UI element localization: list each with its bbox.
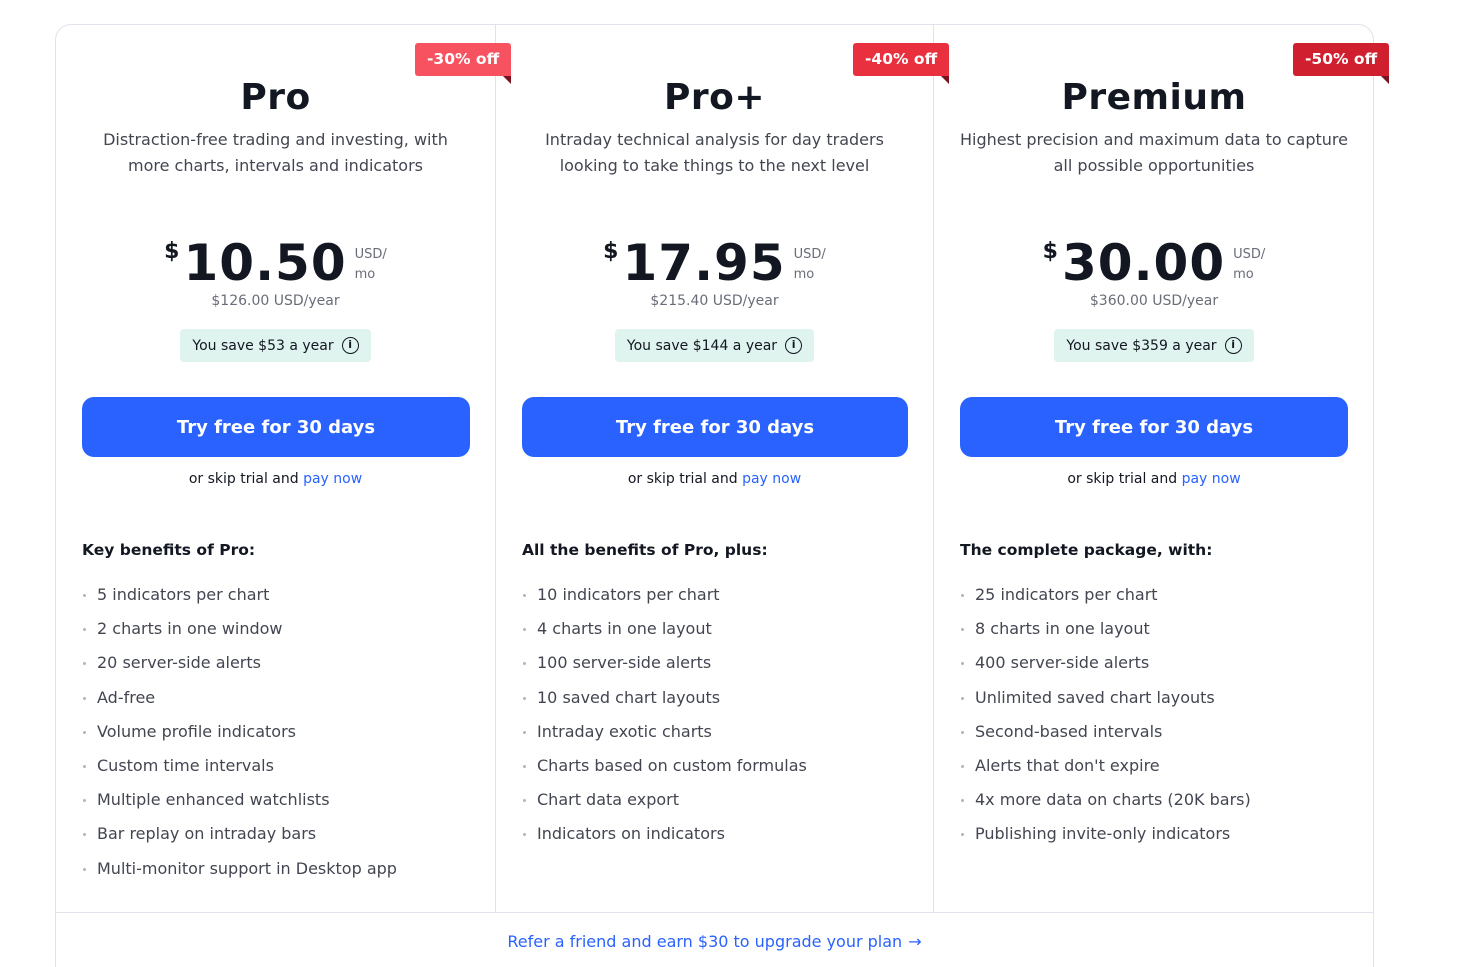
savings-text: You save $144 a year bbox=[626, 337, 778, 354]
price-unit-period: mo bbox=[793, 267, 815, 282]
benefit-item: Multi-monitor support in Desktop app bbox=[82, 852, 475, 886]
savings-text: You save $53 a year bbox=[192, 337, 334, 354]
price: $ 17.95 USD/ mo bbox=[496, 233, 933, 297]
benefit-item: Custom time intervals bbox=[82, 749, 475, 783]
try-free-button[interactable]: Try free for 30 days bbox=[82, 397, 470, 457]
yearly-price: $215.40 USD/year bbox=[650, 293, 779, 309]
currency-symbol: $ bbox=[164, 239, 180, 264]
skip-trial-text: or skip trial and pay now bbox=[934, 471, 1374, 487]
price-unit-currency: USD/ bbox=[793, 247, 826, 262]
plan-description: Highest precision and maximum data to ca… bbox=[960, 130, 1348, 175]
benefit-item: Second-based intervals bbox=[960, 715, 1354, 749]
price-amount: 30.00 bbox=[1061, 234, 1226, 292]
benefit-item: Indicators on indicators bbox=[522, 817, 913, 851]
plan-name: Pro+ bbox=[663, 77, 766, 118]
savings-badge: You save $144 a year i bbox=[614, 329, 815, 362]
pay-now-link[interactable]: pay now bbox=[303, 471, 362, 487]
yearly-price: $126.00 USD/year bbox=[211, 293, 340, 309]
benefit-item: 5 indicators per chart bbox=[82, 578, 475, 612]
savings-badge: You save $53 a year i bbox=[180, 329, 371, 362]
price-unit: USD/ mo bbox=[794, 245, 826, 285]
benefit-item: Multiple enhanced watchlists bbox=[82, 783, 475, 817]
arrow-right-icon: → bbox=[908, 932, 922, 951]
skip-trial-text: or skip trial and pay now bbox=[496, 471, 933, 487]
skip-trial-prefix: or skip trial and bbox=[627, 471, 738, 487]
skip-trial-prefix: or skip trial and bbox=[188, 471, 299, 487]
currency-symbol: $ bbox=[603, 239, 619, 264]
price-unit: USD/ mo bbox=[1233, 245, 1265, 285]
benefit-item: Ad-free bbox=[82, 681, 475, 715]
benefit-item: Chart data export bbox=[522, 783, 913, 817]
price-unit-period: mo bbox=[354, 267, 376, 282]
benefits-list: 5 indicators per chart 2 charts in one w… bbox=[82, 578, 475, 886]
benefit-item: Intraday exotic charts bbox=[522, 715, 913, 749]
benefit-item: 400 server-side alerts bbox=[960, 646, 1354, 680]
savings-text: You save $359 a year bbox=[1066, 337, 1217, 354]
price-amount: 10.50 bbox=[183, 234, 347, 292]
plan-description: Intraday technical analysis for day trad… bbox=[545, 130, 884, 175]
info-icon[interactable]: i bbox=[785, 337, 803, 354]
skip-trial-prefix: or skip trial and bbox=[1067, 471, 1178, 487]
price-unit-currency: USD/ bbox=[1233, 247, 1266, 262]
savings-badge: You save $359 a year i bbox=[1054, 329, 1254, 362]
yearly-price: $360.00 USD/year bbox=[1089, 293, 1219, 309]
benefit-item: Publishing invite-only indicators bbox=[960, 817, 1354, 851]
discount-badge: -50% off bbox=[1293, 43, 1390, 84]
benefit-item: 25 indicators per chart bbox=[960, 578, 1354, 612]
benefit-item: 10 indicators per chart bbox=[522, 578, 913, 612]
refer-text[interactable]: Refer a friend and earn $30 to upgrade y… bbox=[507, 932, 902, 951]
pay-now-link[interactable]: pay now bbox=[1182, 471, 1241, 487]
footer-divider bbox=[56, 912, 1373, 913]
pricing-container: -30% off Pro Distraction-free trading an… bbox=[55, 24, 1390, 967]
price-unit-currency: USD/ bbox=[354, 247, 387, 262]
benefit-item: 2 charts in one window bbox=[82, 612, 475, 646]
pay-now-link[interactable]: pay now bbox=[742, 471, 801, 487]
price-unit: USD/ mo bbox=[355, 245, 387, 285]
price: $ 30.00 USD/ mo bbox=[934, 233, 1374, 297]
benefits-title: The complete package, with: bbox=[960, 541, 1213, 559]
benefit-item: 8 charts in one layout bbox=[960, 612, 1354, 646]
benefit-item: 10 saved chart layouts bbox=[522, 681, 913, 715]
benefit-item: Alerts that don't expire bbox=[960, 749, 1354, 783]
plan-card-pro: -30% off Pro Distraction-free trading an… bbox=[56, 25, 512, 912]
plan-card-pro-plus: -40% off Pro+ Intraday technical analysi… bbox=[496, 25, 950, 912]
try-free-button[interactable]: Try free for 30 days bbox=[522, 397, 908, 457]
benefit-item: Charts based on custom formulas bbox=[522, 749, 913, 783]
benefit-item: 4x more data on charts (20K bars) bbox=[960, 783, 1354, 817]
benefits-list: 25 indicators per chart 8 charts in one … bbox=[960, 578, 1354, 852]
benefit-item: 4 charts in one layout bbox=[522, 612, 913, 646]
price-amount: 17.95 bbox=[622, 234, 786, 292]
benefits-title: Key benefits of Pro: bbox=[82, 541, 256, 559]
skip-trial-text: or skip trial and pay now bbox=[56, 471, 495, 487]
benefit-item: 100 server-side alerts bbox=[522, 646, 913, 680]
benefit-item: Unlimited saved chart layouts bbox=[960, 681, 1354, 715]
try-free-button[interactable]: Try free for 30 days bbox=[960, 397, 1348, 457]
benefit-item: 20 server-side alerts bbox=[82, 646, 475, 680]
info-icon[interactable]: i bbox=[341, 337, 359, 354]
plan-description: Distraction-free trading and investing, … bbox=[103, 130, 448, 175]
plan-name: Premium bbox=[1061, 77, 1247, 118]
currency-symbol: $ bbox=[1042, 239, 1058, 264]
price-unit-period: mo bbox=[1233, 267, 1254, 282]
plan-card-premium: -50% off Premium Highest precision and m… bbox=[934, 25, 1390, 912]
plan-name: Pro bbox=[240, 77, 311, 118]
refer-friend-link[interactable]: Refer a friend and earn $30 to upgrade y… bbox=[56, 932, 1373, 951]
info-icon[interactable]: i bbox=[1224, 337, 1242, 354]
benefits-list: 10 indicators per chart 4 charts in one … bbox=[522, 578, 913, 852]
benefits-title: All the benefits of Pro, plus: bbox=[522, 541, 768, 559]
benefit-item: Volume profile indicators bbox=[82, 715, 475, 749]
benefit-item: Bar replay on intraday bars bbox=[82, 817, 475, 851]
price: $ 10.50 USD/ mo bbox=[56, 233, 495, 297]
